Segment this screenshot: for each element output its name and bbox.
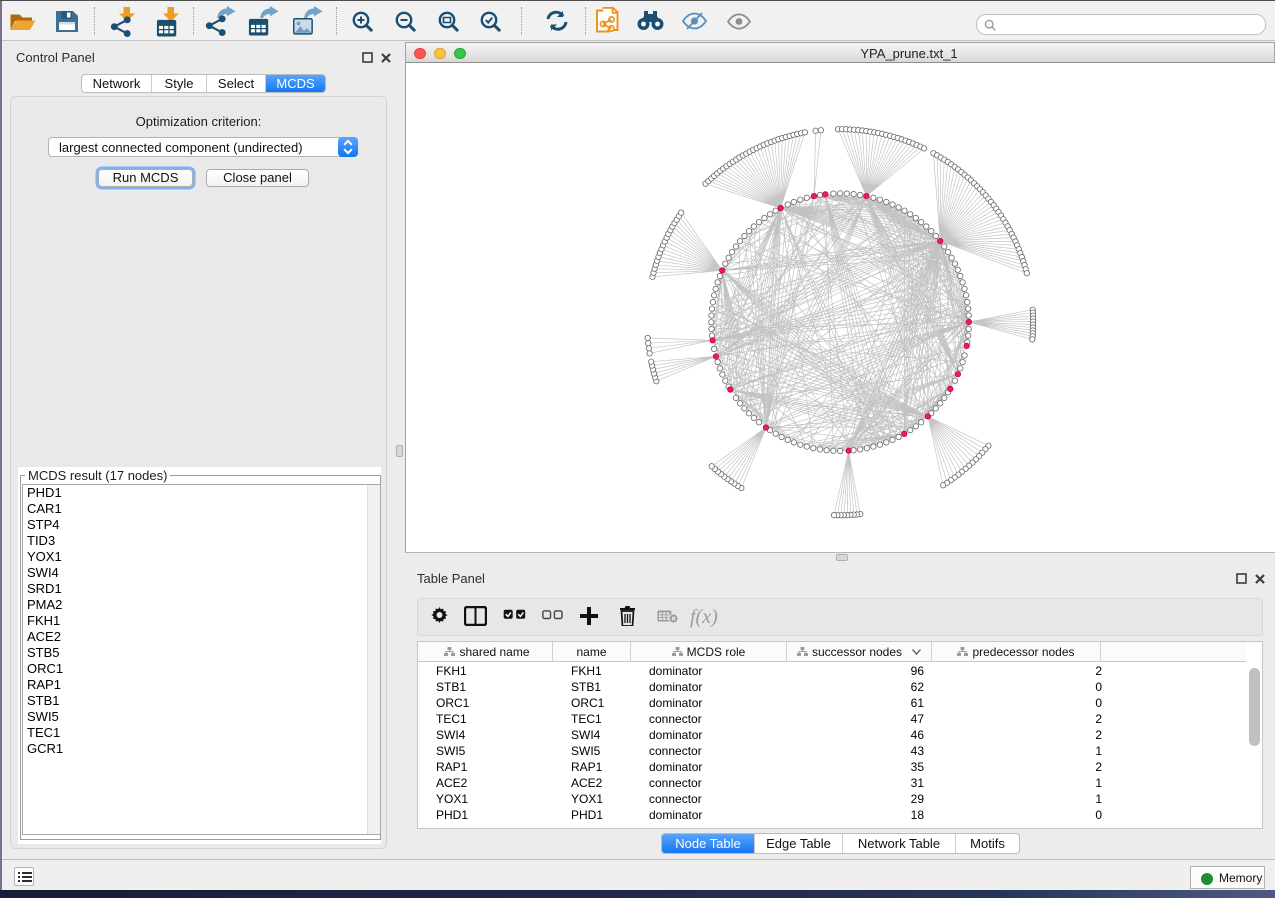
- svg-text:f(x): f(x): [690, 606, 718, 628]
